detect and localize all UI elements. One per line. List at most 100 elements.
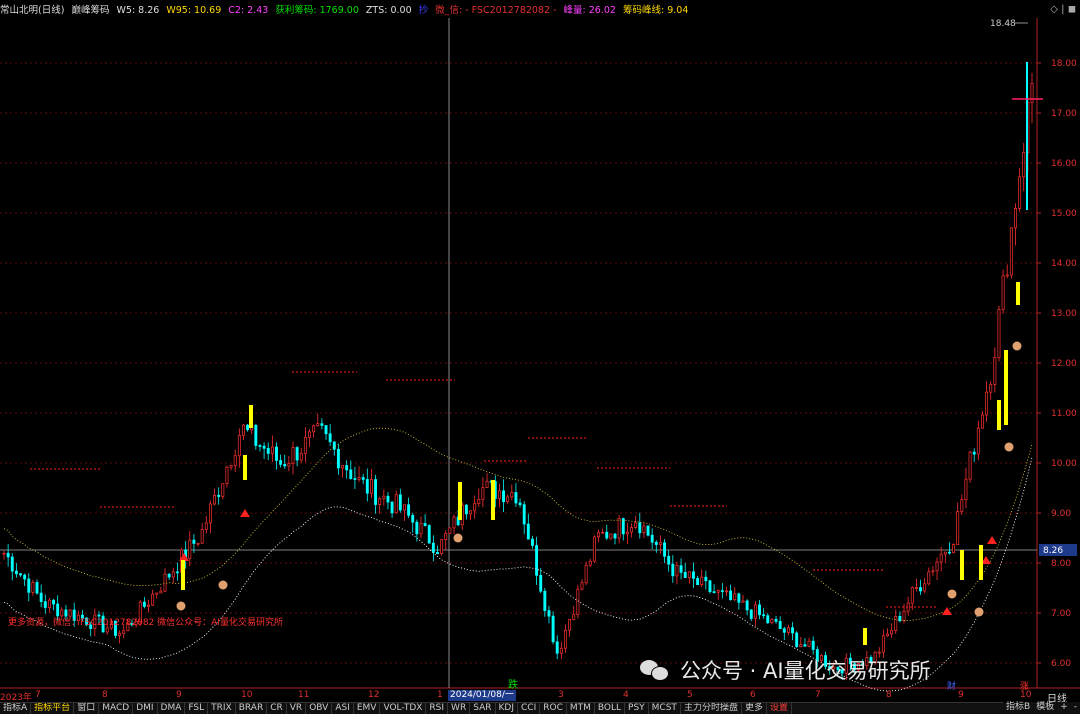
candle-body xyxy=(927,571,931,585)
candle-body xyxy=(588,560,592,566)
indicator-tab[interactable]: WR xyxy=(448,703,471,714)
right-tab[interactable]: 模板 xyxy=(1033,702,1057,712)
candle-body xyxy=(576,588,580,616)
indicator-tab[interactable]: PSY xyxy=(625,703,649,714)
candle-body xyxy=(646,525,650,536)
right-tab[interactable]: + xyxy=(1057,702,1071,712)
window-controls[interactable]: ◇ | ◼ xyxy=(1050,4,1076,15)
indicator-tab[interactable]: EMV xyxy=(354,703,381,714)
candle-body xyxy=(485,480,489,489)
right-tab[interactable]: - xyxy=(1071,702,1080,712)
candle-body xyxy=(601,531,605,534)
indicator-tab[interactable]: RSI xyxy=(426,703,449,714)
candle-body xyxy=(452,516,456,529)
money-bag-icon xyxy=(1004,442,1014,452)
y-tick-label: 16.00 xyxy=(1051,159,1077,169)
x-tick-label: 4 xyxy=(623,690,629,700)
candle-body xyxy=(345,465,349,471)
candle-body xyxy=(353,478,357,480)
candle-body xyxy=(394,494,398,514)
indicator-tab[interactable]: BOLL xyxy=(595,703,626,714)
indicator-tab[interactable]: 指标平台 xyxy=(31,703,75,714)
indicator-tab[interactable]: 指标A xyxy=(0,703,32,714)
candle-body xyxy=(782,628,786,633)
candle-body xyxy=(497,490,501,499)
indicator-tab[interactable]: CCI xyxy=(518,703,541,714)
candle-body xyxy=(605,531,609,539)
candle-body xyxy=(27,578,31,593)
indicator-tab[interactable]: MACD xyxy=(99,703,134,714)
indicator-tab[interactable]: VR xyxy=(287,703,307,714)
indicator-tab[interactable]: 更多 xyxy=(742,703,767,714)
candle-body xyxy=(923,583,927,592)
candle-body xyxy=(295,447,299,461)
candle-body xyxy=(737,593,741,603)
candle-body xyxy=(968,451,972,480)
money-bag-icon xyxy=(453,533,463,543)
indicator-tab[interactable]: 设置 xyxy=(767,703,792,714)
indicator-tab[interactable]: OBV xyxy=(306,703,333,714)
chip-bar xyxy=(960,550,964,580)
candle-body xyxy=(316,423,320,427)
candle-body xyxy=(159,590,163,594)
candle-body xyxy=(147,604,150,607)
indicator-tab[interactable]: ROC xyxy=(540,703,567,714)
candle-body xyxy=(687,571,691,578)
indicator-tab[interactable]: TRIX xyxy=(208,703,236,714)
candle-body xyxy=(799,644,803,648)
candle-body xyxy=(671,563,675,577)
candle-body xyxy=(976,427,980,455)
x-tick-label: 10 xyxy=(241,690,253,700)
indicator-tab[interactable]: ASI xyxy=(332,703,354,714)
x-tick-label: 8 xyxy=(886,690,892,700)
right-tab[interactable]: 指标B xyxy=(1003,702,1033,712)
candle-body xyxy=(415,521,419,535)
candle-body xyxy=(617,518,621,539)
candle-body xyxy=(431,542,435,553)
candle-body xyxy=(592,536,596,562)
candle-body xyxy=(35,582,39,594)
candle-body xyxy=(349,469,353,479)
candle-body xyxy=(989,384,993,393)
candle-body xyxy=(266,447,270,454)
indicator-tab[interactable]: MCST xyxy=(649,703,681,714)
indicator-tab[interactable]: SAR xyxy=(470,703,496,714)
candle-body xyxy=(997,309,1001,358)
indicator-tab[interactable]: DMA xyxy=(158,703,186,714)
candle-body xyxy=(803,644,807,647)
candle-body xyxy=(287,463,291,467)
indicator-tab[interactable]: BRAR xyxy=(236,703,268,714)
candle-body xyxy=(741,600,745,603)
indicator-tab[interactable]: VOL-TDX xyxy=(380,703,427,714)
money-bag-icon xyxy=(974,607,984,617)
candle-body xyxy=(436,552,439,555)
candle-body xyxy=(2,552,6,555)
candle-body xyxy=(654,541,658,545)
indicator-header: 常山北明(日线) 巅峰筹码 W5: 8.26 W95: 10.69 C2: 2.… xyxy=(0,2,692,20)
candle-body xyxy=(175,571,179,574)
indicator-tab[interactable]: MTM xyxy=(567,703,595,714)
candle-body xyxy=(142,601,146,607)
candle-body xyxy=(584,564,588,584)
indicator-tab[interactable]: 主力分时操盘 xyxy=(681,703,742,714)
x-axis: 2023年78910111212345678910 xyxy=(0,690,1045,703)
candlestick-chart[interactable]: 6.007.008.009.0010.0011.0012.0013.0014.0… xyxy=(0,0,1080,713)
money-bag-icon xyxy=(947,589,957,599)
indicator-tab[interactable]: FSL xyxy=(185,703,209,714)
x-tick-label: 12 xyxy=(368,690,380,700)
candle-body xyxy=(225,466,229,484)
candle-body xyxy=(171,571,175,578)
indicator-tab[interactable]: CR xyxy=(267,703,287,714)
chip-bar xyxy=(979,545,983,580)
chip-bar xyxy=(243,455,247,480)
indicator-tab[interactable]: 窗口 xyxy=(74,703,100,714)
indicator-tab[interactable]: DMI xyxy=(133,703,158,714)
x-tick-label: 11 xyxy=(298,690,310,700)
indicator-tab[interactable]: KDJ xyxy=(496,703,518,714)
candle-body xyxy=(902,610,906,622)
indicator-name[interactable]: 巅峰筹码 xyxy=(71,5,109,16)
candle-body xyxy=(229,465,233,468)
candle-body xyxy=(526,523,530,540)
chip-bar xyxy=(1016,282,1020,305)
candle-body xyxy=(336,448,340,469)
